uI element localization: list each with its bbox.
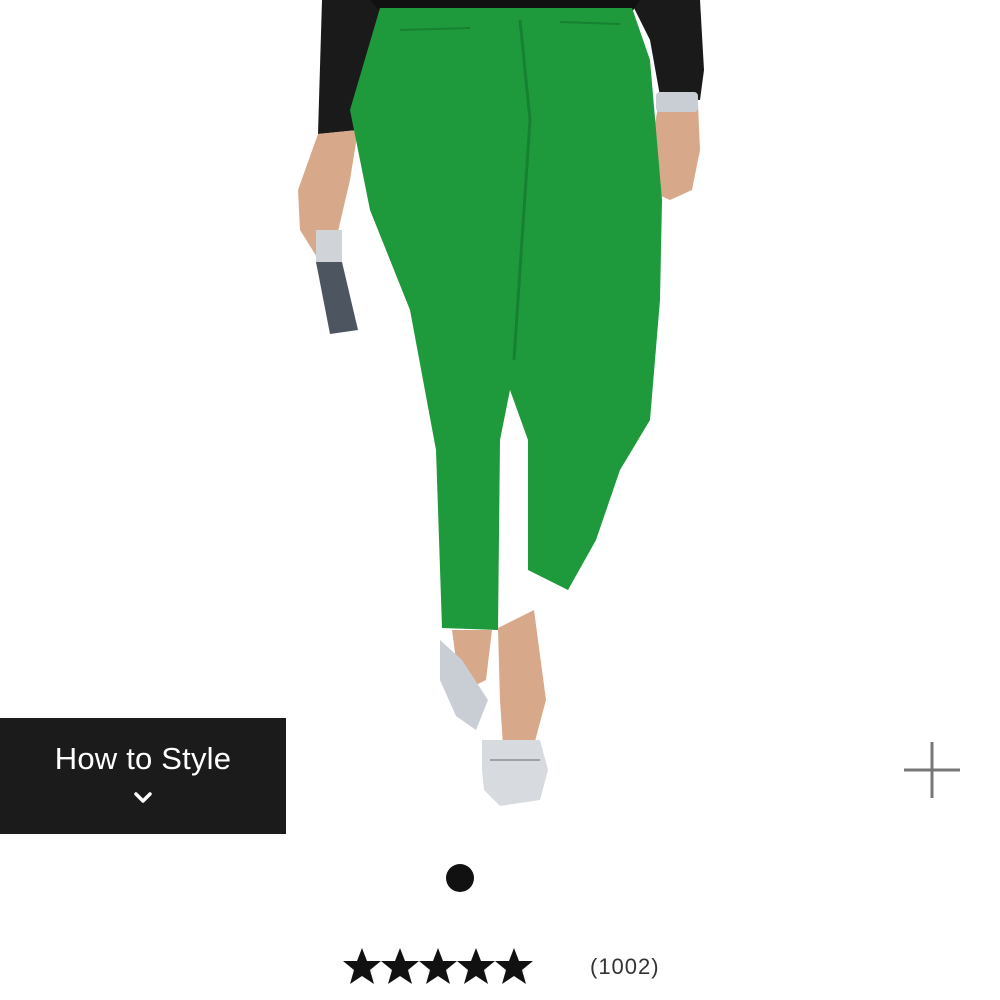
product-photo[interactable] [0, 0, 1000, 840]
how-to-style-button[interactable]: How to Style [0, 718, 286, 834]
plus-icon[interactable] [902, 740, 962, 800]
star-icon-1 [343, 948, 381, 984]
star-icon-2 [381, 948, 419, 984]
star-half-icon [495, 948, 533, 984]
star-icon-4 [457, 948, 495, 984]
star-icon-3 [419, 948, 457, 984]
rating-stars[interactable] [342, 944, 538, 988]
review-count[interactable]: (1002) [590, 954, 660, 980]
how-to-style-label: How to Style [54, 741, 232, 776]
chevron-down-icon [134, 792, 152, 803]
carousel-dot-active[interactable] [446, 864, 474, 892]
